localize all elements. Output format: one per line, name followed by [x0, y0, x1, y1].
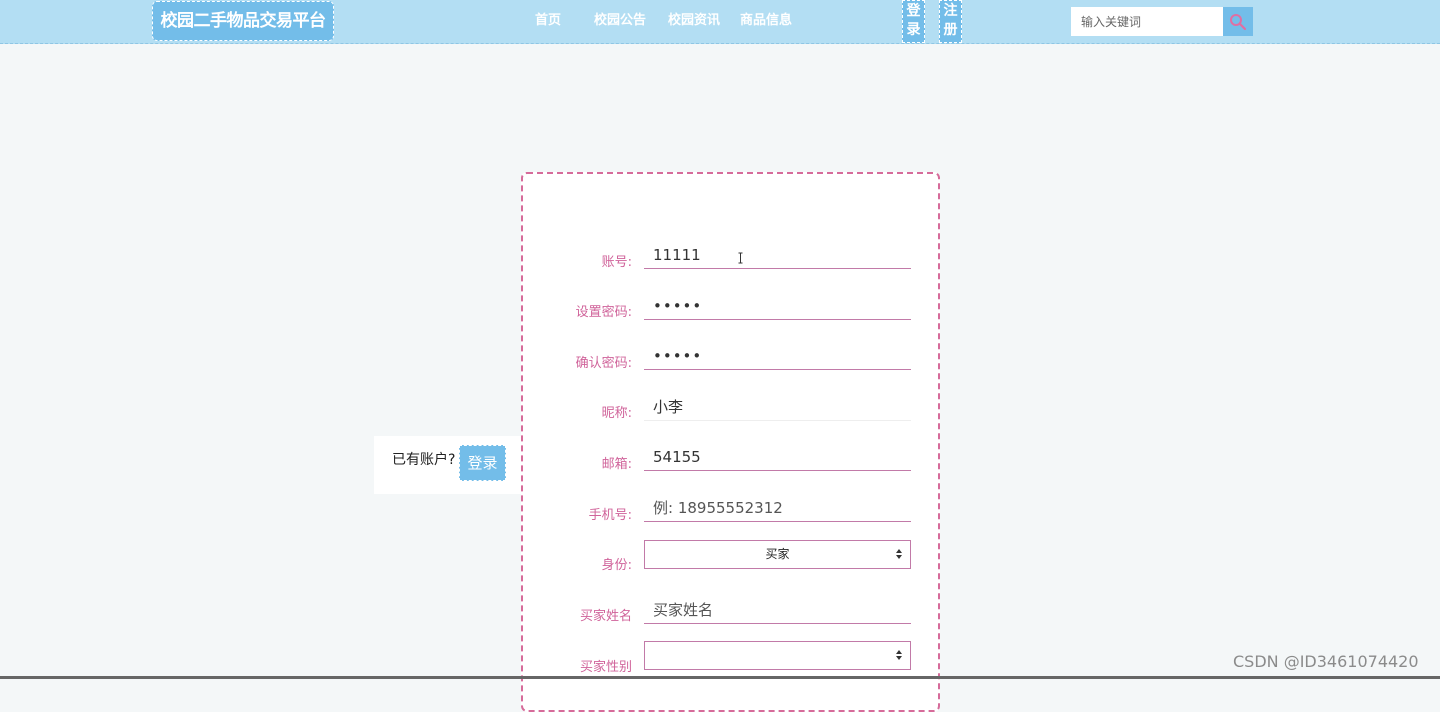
header-login-button[interactable]: 登录	[902, 0, 925, 43]
nav-products[interactable]: 商品信息	[740, 12, 792, 30]
email-label: 邮箱:	[601, 457, 632, 472]
role-label: 身份:	[601, 558, 632, 573]
site-logo[interactable]: 校园二手物品交易平台	[152, 1, 334, 41]
search-button[interactable]	[1223, 7, 1253, 36]
role-select-value: 买家	[765, 547, 790, 561]
account-input[interactable]	[644, 241, 911, 269]
phone-input[interactable]	[644, 494, 911, 522]
nav-announcements[interactable]: 校园公告	[594, 12, 646, 30]
search-icon	[1230, 14, 1247, 31]
existing-account-box: 已有账户? 登录	[374, 436, 521, 494]
nav-news[interactable]: 校园资讯	[668, 12, 720, 30]
side-login-button[interactable]: 登录	[459, 445, 506, 481]
buyer-gender-label: 买家性别	[579, 660, 632, 675]
phone-label: 手机号:	[588, 508, 632, 523]
role-select[interactable]: 买家	[644, 540, 911, 569]
nickname-label: 昵称:	[601, 406, 632, 421]
header-register-button[interactable]: 注册	[939, 0, 962, 43]
buyer-gender-select[interactable]	[644, 641, 911, 670]
buyer-name-label: 买家姓名	[579, 609, 632, 624]
text-cursor-icon	[738, 252, 743, 264]
buyer-name-input[interactable]	[644, 596, 911, 624]
confirm-password-input[interactable]	[644, 342, 911, 370]
existing-account-prompt: 已有账户?	[392, 452, 456, 468]
nickname-input[interactable]	[644, 393, 911, 421]
password-input[interactable]	[644, 292, 911, 320]
search-input[interactable]	[1071, 7, 1223, 36]
account-label: 账号:	[601, 255, 632, 270]
watermark: CSDN @ID3461074420	[1233, 652, 1419, 671]
select-arrows-icon	[896, 549, 902, 559]
confirm-password-label: 确认密码:	[575, 356, 632, 371]
select-arrows-icon	[896, 650, 902, 660]
nav-home[interactable]: 首页	[535, 12, 561, 30]
email-input[interactable]	[644, 443, 911, 471]
top-header: 校园二手物品交易平台 首页 校园公告 校园资讯 商品信息 登录 注册	[0, 0, 1440, 44]
password-label: 设置密码:	[575, 305, 632, 320]
